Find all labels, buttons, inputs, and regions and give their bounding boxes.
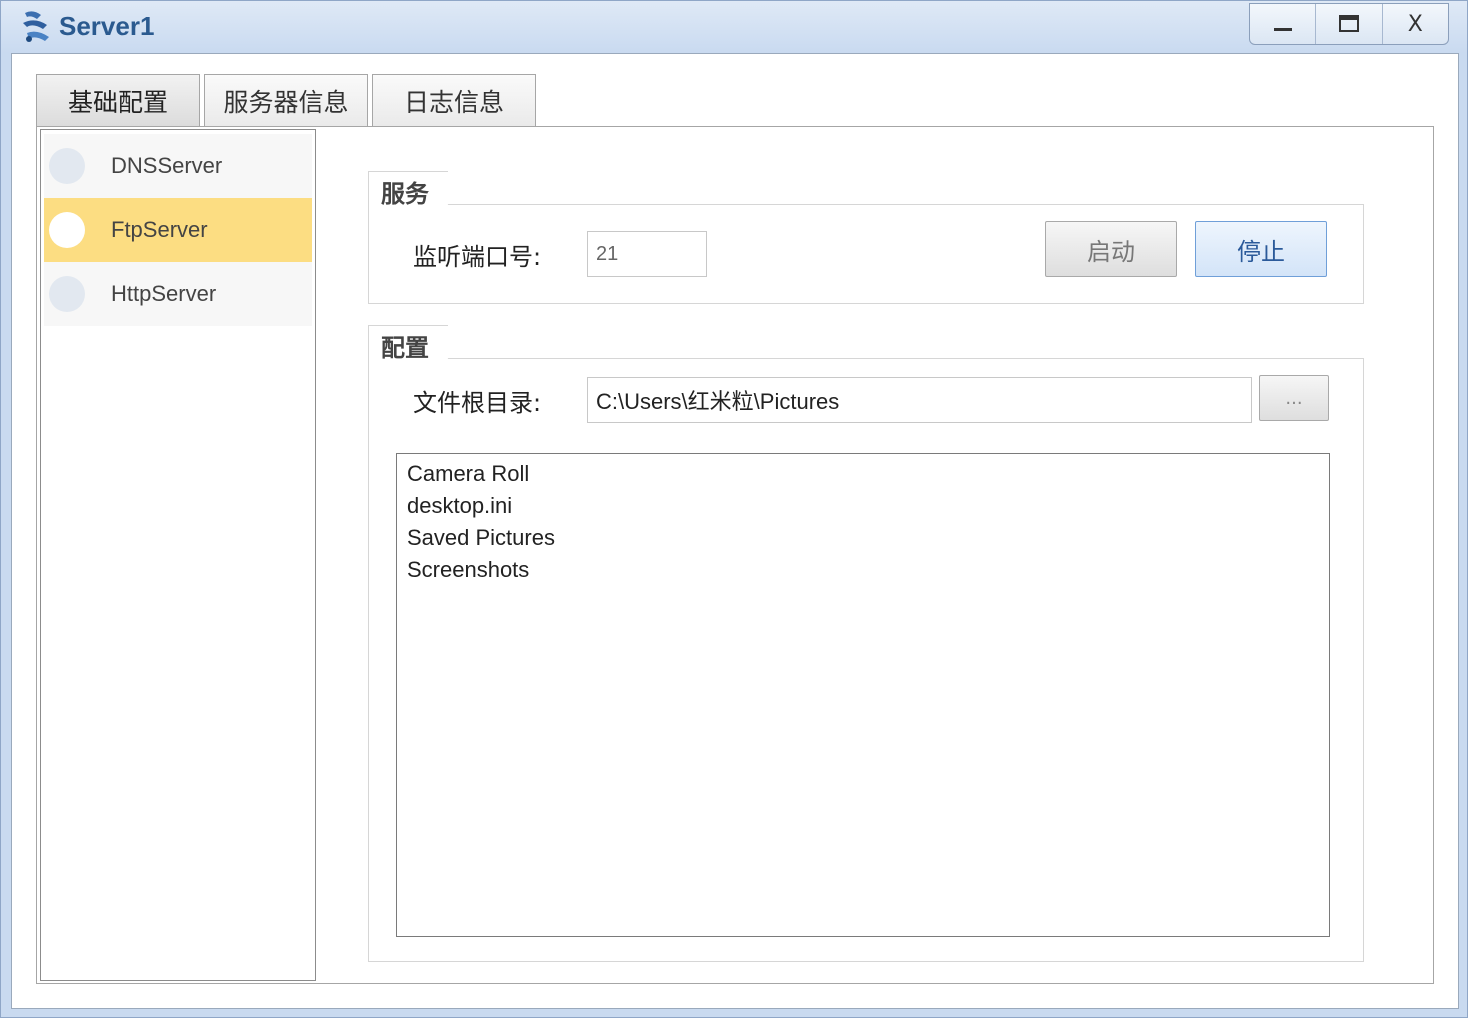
- server-label: FtpServer: [111, 217, 208, 242]
- maximize-icon: [1338, 15, 1359, 32]
- server-label: DNSServer: [111, 153, 223, 178]
- sidebar-item-dnsserver[interactable]: DNSServer: [44, 134, 312, 198]
- sidebar-item-httpserver[interactable]: HttpServer: [44, 262, 312, 326]
- list-item[interactable]: Saved Pictures: [407, 522, 1319, 554]
- tab-server-info[interactable]: 服务器信息: [204, 74, 368, 126]
- list-item[interactable]: desktop.ini: [407, 490, 1319, 522]
- stop-button[interactable]: 停止: [1195, 221, 1327, 277]
- tab-panel-basic-config: DNSServer FtpServer HttpServer 服务 监听端口号:…: [36, 126, 1434, 984]
- server-list: DNSServer FtpServer HttpServer: [40, 129, 316, 981]
- list-item[interactable]: Camera Roll: [407, 458, 1319, 490]
- server-label: HttpServer: [111, 281, 217, 306]
- status-dot-icon: [49, 276, 85, 312]
- status-dot-icon: [49, 148, 85, 184]
- root-dir-label: 文件根目录:: [413, 389, 542, 417]
- root-dir-input[interactable]: C:\Users\红米粒\Pictures: [587, 377, 1252, 423]
- service-group-title: 服务: [369, 172, 469, 208]
- minimize-icon: [1273, 28, 1292, 31]
- port-label: 监听端口号:: [413, 243, 542, 271]
- close-icon: X: [1407, 11, 1423, 37]
- maximize-button[interactable]: [1316, 4, 1383, 44]
- file-list[interactable]: Camera Roll desktop.ini Saved Pictures S…: [396, 453, 1330, 937]
- browse-button[interactable]: ...: [1259, 375, 1329, 421]
- sidebar-item-ftpserver[interactable]: FtpServer: [44, 198, 312, 262]
- window-title: Server1: [59, 11, 155, 41]
- window-controls: X: [1249, 3, 1449, 45]
- client-area: 基础配置 服务器信息 日志信息 DNSServer FtpServer Http…: [11, 53, 1459, 1009]
- tab-log-info[interactable]: 日志信息: [372, 74, 536, 126]
- minimize-button[interactable]: [1250, 4, 1317, 44]
- tab-bar: 基础配置 服务器信息 日志信息: [36, 74, 540, 126]
- app-window: Server1 X 基础配置 服务器信息 日志信息 DNSServer FtpS…: [0, 0, 1468, 1018]
- tab-basic-config[interactable]: 基础配置: [36, 74, 200, 126]
- list-item[interactable]: Screenshots: [407, 554, 1319, 586]
- close-button[interactable]: X: [1383, 4, 1448, 44]
- port-input[interactable]: 21: [587, 231, 707, 277]
- config-group-title: 配置: [369, 326, 469, 362]
- start-button[interactable]: 启动: [1045, 221, 1177, 277]
- app-icon: [23, 11, 49, 42]
- title-bar[interactable]: Server1 X: [1, 1, 1467, 53]
- status-dot-icon: [49, 212, 85, 248]
